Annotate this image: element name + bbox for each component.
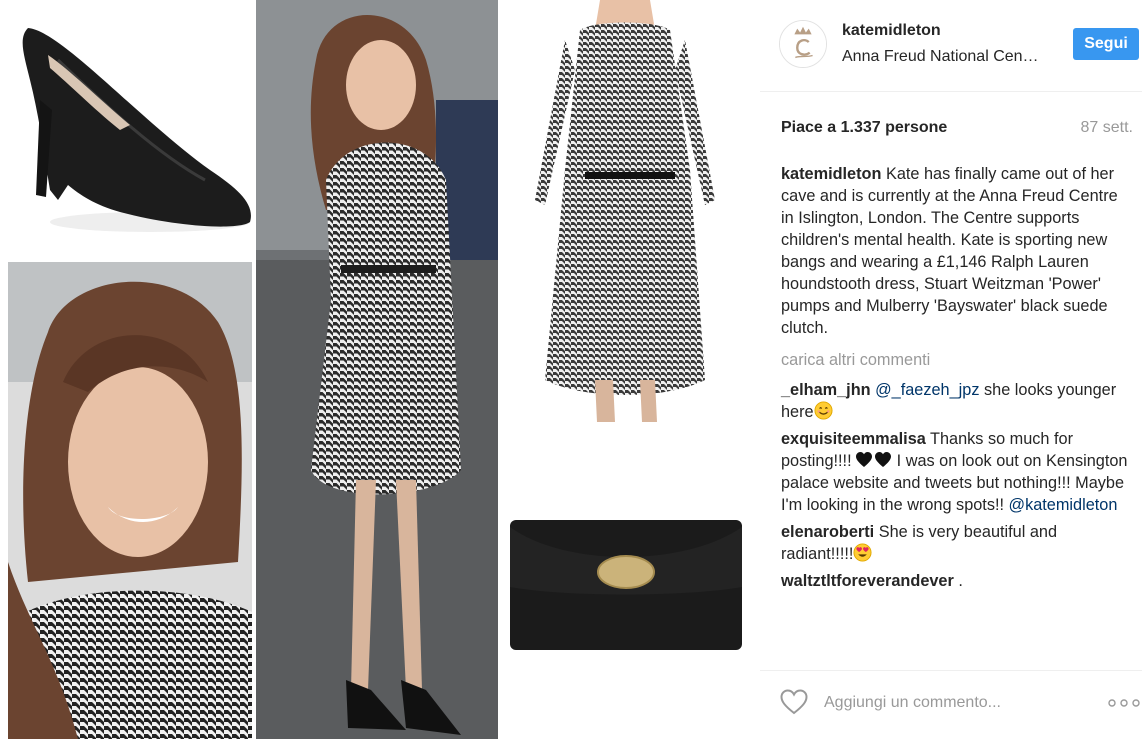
heart-outline-icon[interactable] bbox=[780, 689, 808, 715]
black-hearts-icon bbox=[856, 452, 892, 468]
comment-mention[interactable]: @_faezeh_jpz bbox=[875, 381, 979, 399]
comment-item: _elham_jhn @_faezeh_jpz she looks younge… bbox=[781, 379, 1131, 423]
likes-count[interactable]: Piace a 1.337 persone bbox=[781, 119, 947, 137]
crown-monogram-icon bbox=[780, 21, 826, 67]
comment-input[interactable] bbox=[824, 689, 1074, 717]
post-header: katemidleton Anna Freud National Cen… Se… bbox=[760, 0, 1142, 92]
comment-username[interactable]: elenaroberti bbox=[781, 523, 874, 541]
avatar[interactable] bbox=[779, 20, 827, 68]
post-footer bbox=[760, 670, 1142, 739]
clutch-photo bbox=[505, 427, 745, 739]
load-more-comments[interactable]: carica altri commenti bbox=[781, 349, 1131, 371]
follow-button[interactable]: Segui bbox=[1073, 28, 1139, 60]
portrait-photo bbox=[8, 262, 252, 739]
comment-username[interactable]: waltztltforeverandever bbox=[781, 572, 954, 590]
full-length-photo bbox=[256, 0, 498, 739]
comment-item: exquisiteemmalisa Thanks so much for pos… bbox=[781, 428, 1131, 516]
dress-photo bbox=[505, 0, 745, 422]
shoe-photo bbox=[0, 0, 252, 256]
comment-item: waltztltforeverandever . bbox=[781, 570, 1131, 592]
post-time[interactable]: 87 sett. bbox=[1081, 119, 1133, 137]
likes-row: Piace a 1.337 persone 87 sett. bbox=[781, 119, 1133, 137]
caption-username[interactable]: katemidleton bbox=[781, 165, 881, 183]
location-link[interactable]: Anna Freud National Cen… bbox=[842, 48, 1039, 66]
comment-username[interactable]: exquisiteemmalisa bbox=[781, 430, 926, 448]
smiling-face-icon bbox=[814, 401, 833, 420]
comment-mention[interactable]: @katemidleton bbox=[1009, 496, 1118, 514]
comment-text: . bbox=[953, 572, 963, 590]
comments-list: katemidleton Kate has finally came out o… bbox=[781, 163, 1131, 597]
post-details-panel: katemidleton Anna Freud National Cen… Se… bbox=[760, 0, 1142, 739]
post-image[interactable] bbox=[0, 0, 760, 739]
caption: katemidleton Kate has finally came out o… bbox=[781, 163, 1131, 339]
comment-item: elenaroberti She is very beautiful and r… bbox=[781, 521, 1131, 565]
comment-username[interactable]: _elham_jhn bbox=[781, 381, 871, 399]
header-username[interactable]: katemidleton bbox=[842, 22, 941, 40]
more-options-icon[interactable] bbox=[1108, 699, 1140, 707]
comments-scrollbar[interactable] bbox=[1136, 95, 1141, 655]
caption-text: Kate has finally came out of her cave an… bbox=[781, 165, 1118, 337]
heart-eyes-face-icon bbox=[853, 543, 872, 562]
